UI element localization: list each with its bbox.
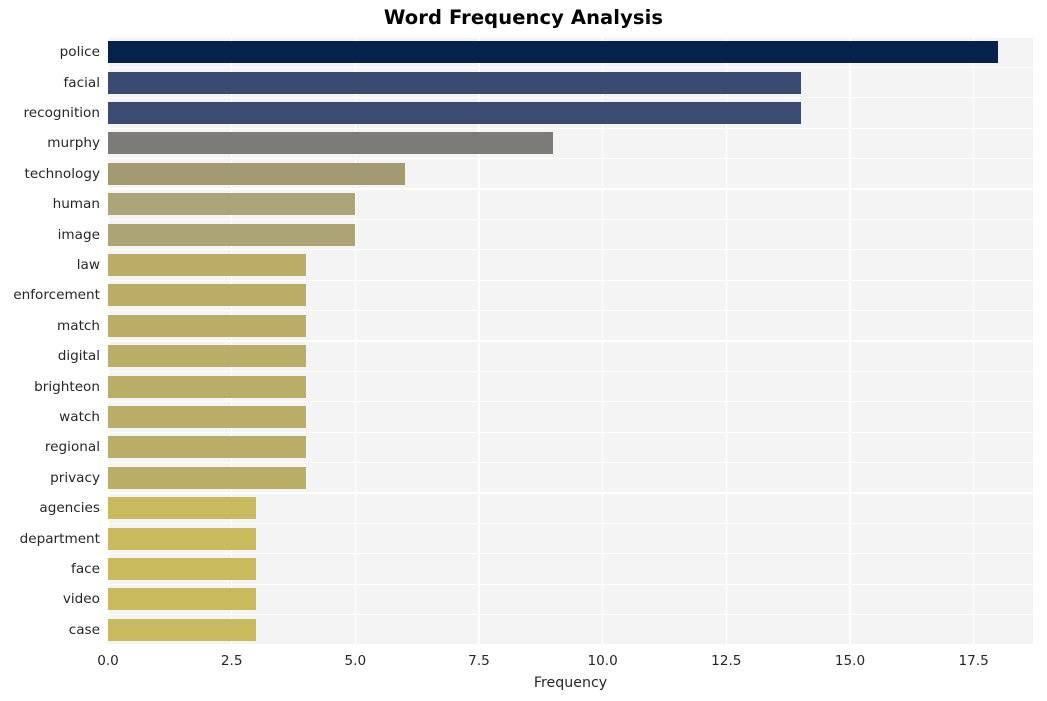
y-axis-tick-label: case <box>68 621 100 638</box>
y-axis-tick-label: facial <box>63 74 100 91</box>
y-axis-tick-label: face <box>71 561 100 577</box>
x-axis-tick-label: 2.5 <box>220 653 243 669</box>
y-axis-tick-label: match <box>57 317 100 334</box>
y-axis-tick-label: enforcement <box>13 287 100 304</box>
y-axis-tick-label: human <box>52 196 100 213</box>
y-axis-tick-label: murphy <box>47 135 100 152</box>
y-axis-tick-labels: police facial recognition murphy technology h… <box>0 37 1047 645</box>
y-axis-tick-label: brighteon <box>34 378 100 395</box>
chart-title: Word Frequency Analysis <box>383 6 664 29</box>
y-axis-tick-label: privacy <box>50 469 100 486</box>
x-axis-title: Frequency <box>533 675 608 691</box>
x-axis-tick-label: 5.0 <box>344 653 367 669</box>
y-axis-tick-label: agencies <box>39 500 100 517</box>
y-axis-tick-label: regional <box>44 439 100 456</box>
y-axis-tick-label: police <box>59 44 100 61</box>
word-frequency-chart-figure: Word Frequency Analysis police facial reco… <box>0 0 1047 701</box>
y-axis-tick-label: digital <box>57 348 100 365</box>
x-axis-tick-label: 7.5 <box>468 653 490 669</box>
y-axis-tick-label: image <box>57 226 100 243</box>
y-axis-tick-label: video <box>62 591 100 608</box>
y-axis-tick-label: department <box>19 530 100 547</box>
x-axis-tick-labels: 0.0 2.5 5.0 7.5 10.0 12.5 15.0 17.5 <box>0 645 1047 675</box>
x-axis-tick-label: 17.5 <box>958 653 989 669</box>
x-axis-tick-label: 0.0 <box>97 653 119 669</box>
y-axis-tick-label: law <box>76 257 100 273</box>
y-axis-tick-label: watch <box>59 409 100 425</box>
y-axis-tick-label: technology <box>24 165 100 182</box>
y-axis-tick-label: recognition <box>23 105 100 121</box>
x-axis-tick-label: 10.0 <box>587 653 618 669</box>
x-axis-tick-label: 12.5 <box>711 653 742 669</box>
x-axis-tick-label: 15.0 <box>834 653 866 669</box>
